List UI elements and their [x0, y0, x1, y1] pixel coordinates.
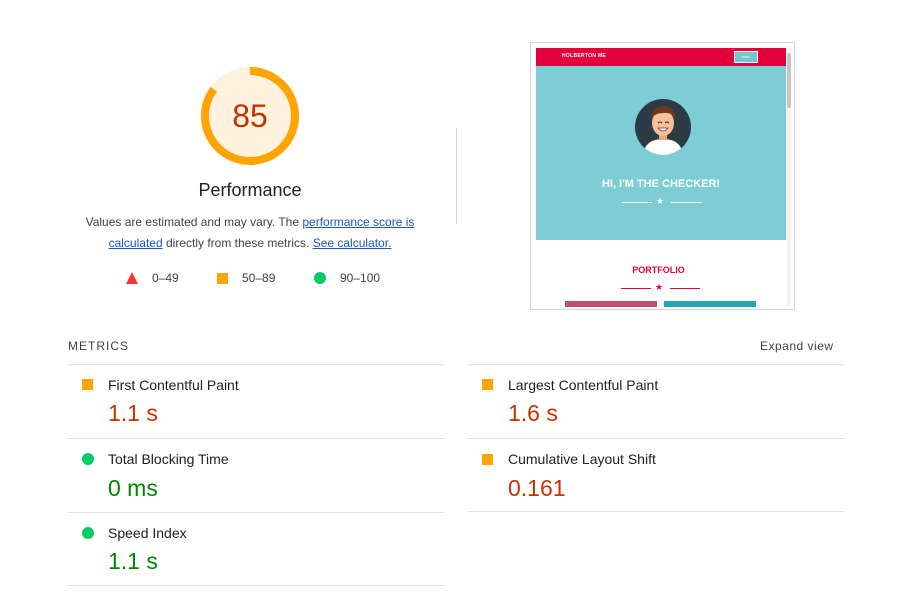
vertical-divider	[456, 128, 457, 224]
portfolio-card	[565, 301, 657, 307]
legend-pass: 90–100	[314, 271, 380, 285]
hero-divider-right	[671, 202, 701, 203]
pass-circle-icon	[82, 453, 94, 465]
metrics-divider	[468, 438, 844, 439]
legend-fail: 0–49	[126, 271, 179, 285]
average-square-icon	[217, 272, 228, 284]
screenshot-portfolio-title: PORTFOLIO	[632, 265, 685, 275]
metrics-divider	[68, 438, 444, 439]
legend-pass-range: 90–100	[340, 271, 381, 285]
screenshot-brand: HOLBERTON ME	[562, 53, 607, 59]
metric-value-tbt: 0 ms	[108, 475, 158, 501]
metric-value-fcp: 1.1 s	[108, 400, 158, 426]
pass-circle-icon	[314, 272, 326, 284]
star-icon: ★	[656, 196, 665, 206]
portfolio-divider-right	[670, 288, 700, 289]
metric-label-tbt: Total Blocking Time	[108, 451, 229, 467]
average-square-icon	[482, 379, 493, 390]
portfolio-card	[664, 301, 756, 307]
average-square-icon	[82, 379, 93, 390]
note-text-before: Values are estimated and may vary. The	[85, 215, 303, 229]
metric-label-si: Speed Index	[108, 525, 187, 541]
page-screenshot: HOLBERTON ME MENU HI, I'M THE CHECKER! ★…	[530, 42, 795, 310]
screenshot-menu-button: MENU	[734, 51, 758, 63]
portfolio-star-icon: ★	[655, 282, 664, 292]
metrics-divider	[68, 364, 444, 365]
metric-label-lcp: Largest Contentful Paint	[508, 377, 659, 393]
note-text-mid: directly from these metrics.	[162, 236, 313, 250]
average-square-icon	[482, 454, 493, 465]
legend-average: 50–89	[217, 271, 275, 285]
metric-value-si: 1.1 s	[108, 548, 158, 574]
metrics-divider	[68, 585, 444, 586]
screenshot-hero-title: HI, I'M THE CHECKER!	[601, 178, 721, 190]
see-calculator-link[interactable]: See calculator.	[313, 236, 392, 250]
expand-view-toggle[interactable]: Expand view	[760, 339, 834, 353]
performance-score: 85	[232, 98, 268, 134]
metric-label-cls: Cumulative Layout Shift	[508, 451, 656, 467]
metrics-divider	[68, 512, 444, 513]
metrics-divider	[468, 364, 844, 365]
legend-fail-range: 0–49	[152, 271, 179, 285]
hero-divider-left	[622, 202, 652, 203]
fail-triangle-icon	[126, 272, 138, 284]
metrics-divider	[468, 511, 844, 512]
pass-circle-icon	[82, 527, 94, 539]
portfolio-divider-left	[621, 288, 651, 289]
legend-average-range: 50–89	[242, 271, 276, 285]
performance-title: Performance	[198, 180, 302, 200]
screenshot-scroll-thumb	[787, 53, 791, 108]
avatar-icon	[635, 99, 691, 155]
metric-value-lcp: 1.6 s	[508, 400, 558, 426]
estimate-note: Values are estimated and may vary. The p…	[70, 212, 430, 254]
metrics-header: METRICS	[68, 339, 129, 353]
screenshot-navbar: HOLBERTON ME MENU	[536, 48, 786, 66]
metric-label-fcp: First Contentful Paint	[108, 377, 239, 393]
metric-value-cls: 0.161	[508, 475, 566, 501]
screenshot-hero: HI, I'M THE CHECKER! ★	[536, 66, 786, 240]
